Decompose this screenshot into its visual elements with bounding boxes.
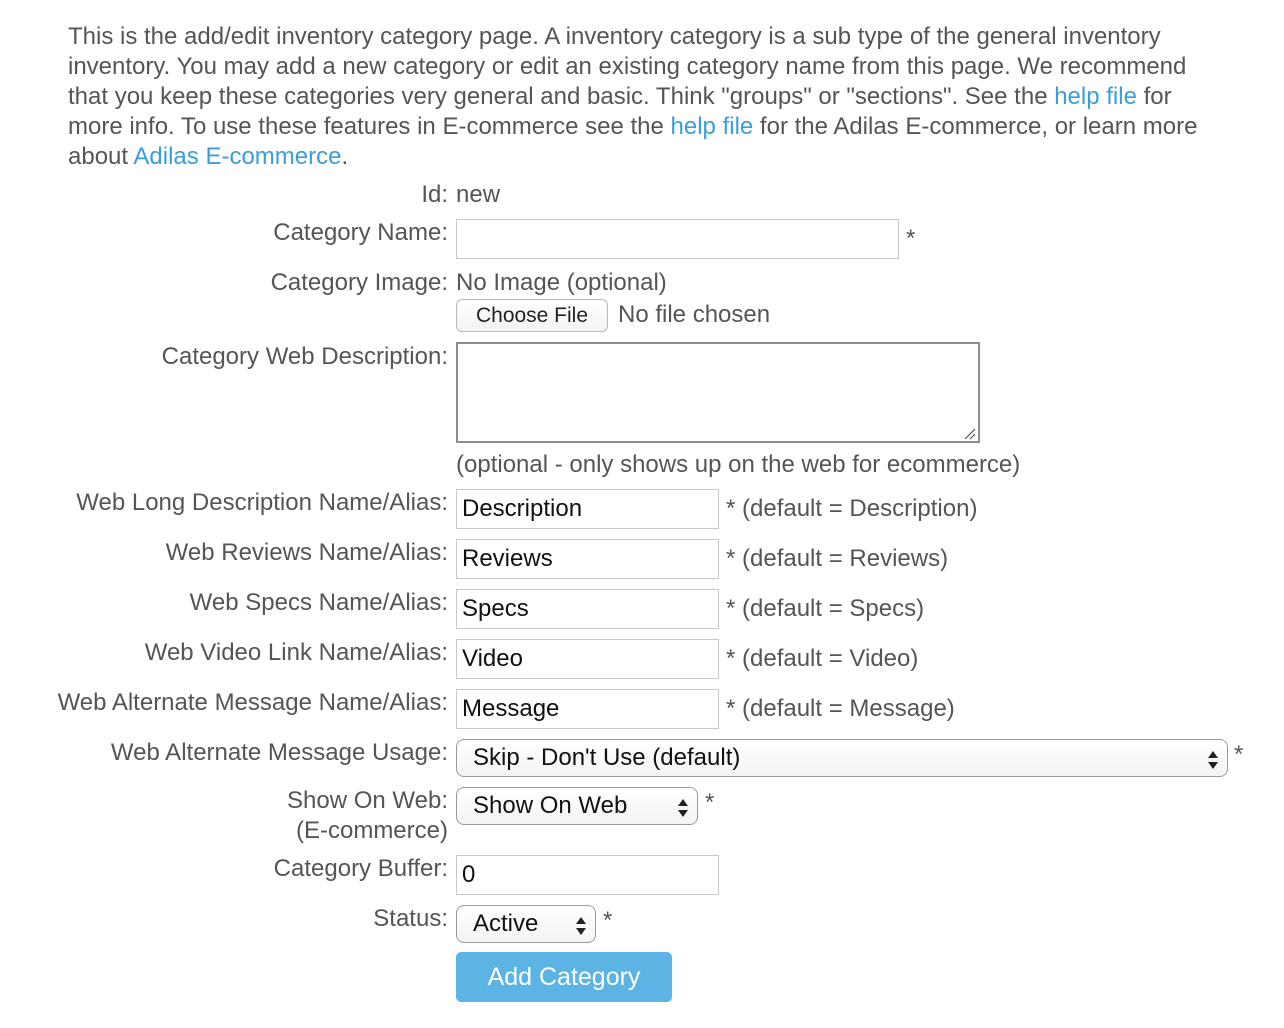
- category-image-label: Category Image:: [270, 269, 448, 296]
- category-buffer-input[interactable]: [456, 855, 719, 895]
- video-alias-label: Web Video Link Name/Alias:: [144, 639, 448, 666]
- category-name-input[interactable]: [456, 219, 899, 259]
- resize-grip-icon[interactable]: [962, 426, 976, 440]
- show-on-web-selected: Show On Web: [473, 792, 628, 819]
- video-alias-hint: * (default = Video): [726, 645, 919, 672]
- long-description-alias-input[interactable]: [456, 489, 719, 529]
- show-on-web-label: Show On Web:: [287, 787, 448, 814]
- alt-message-alias-hint: * (default = Message): [726, 695, 955, 722]
- alt-message-usage-label: Web Alternate Message Usage:: [110, 739, 448, 766]
- category-buffer-label: Category Buffer:: [273, 855, 448, 882]
- reviews-alias-input[interactable]: [456, 539, 719, 579]
- alt-message-alias-label: Web Alternate Message Name/Alias:: [57, 689, 448, 716]
- status-label: Status:: [373, 905, 448, 932]
- video-alias-input[interactable]: [456, 639, 719, 679]
- choose-file-button[interactable]: Choose File: [456, 299, 608, 332]
- specs-alias-label: Web Specs Name/Alias:: [189, 589, 448, 616]
- intro-part-1: This is the add/edit inventory category …: [68, 23, 1187, 110]
- web-description-label: Category Web Description:: [161, 343, 448, 370]
- web-description-hint: (optional - only shows up on the web for…: [456, 451, 1021, 478]
- id-label: Id:: [421, 181, 448, 208]
- intro-text: This is the add/edit inventory category …: [68, 22, 1218, 172]
- select-arrows-icon: [576, 917, 586, 935]
- status-selected: Active: [473, 910, 539, 937]
- category-name-label: Category Name:: [273, 219, 448, 246]
- show-on-web-required-star: *: [705, 789, 715, 816]
- long-description-alias-label: Web Long Description Name/Alias:: [76, 489, 448, 516]
- show-on-web-select[interactable]: Show On Web: [456, 787, 698, 825]
- status-required-star: *: [603, 907, 613, 934]
- add-category-button[interactable]: Add Category: [456, 952, 672, 1002]
- status-select[interactable]: Active: [456, 905, 596, 943]
- alt-message-usage-select[interactable]: Skip - Don't Use (default): [456, 739, 1228, 777]
- alt-message-alias-input[interactable]: [456, 689, 719, 729]
- web-description-textarea[interactable]: [456, 342, 980, 443]
- alt-message-usage-selected: Skip - Don't Use (default): [473, 744, 741, 771]
- select-arrows-icon: [1208, 751, 1218, 769]
- intro-part-4: .: [341, 143, 349, 170]
- reviews-alias-hint: * (default = Reviews): [726, 545, 949, 572]
- category-name-required-star: *: [906, 225, 916, 252]
- no-file-chosen-text: No file chosen: [618, 301, 771, 328]
- specs-alias-hint: * (default = Specs): [726, 595, 925, 622]
- show-on-web-sublabel: (E-commerce): [295, 817, 448, 844]
- long-description-alias-hint: * (default = Description): [726, 495, 978, 522]
- reviews-alias-label: Web Reviews Name/Alias:: [165, 539, 448, 566]
- help-file-link[interactable]: help file: [1054, 83, 1137, 110]
- category-image-value: No Image (optional): [456, 269, 667, 296]
- ecommerce-help-file-link[interactable]: help file: [671, 113, 754, 140]
- select-arrows-icon: [678, 799, 688, 817]
- specs-alias-input[interactable]: [456, 589, 719, 629]
- adilas-ecommerce-link[interactable]: Adilas E-commerce: [133, 143, 341, 170]
- id-value: new: [456, 181, 501, 208]
- alt-message-usage-required-star: *: [1234, 741, 1244, 768]
